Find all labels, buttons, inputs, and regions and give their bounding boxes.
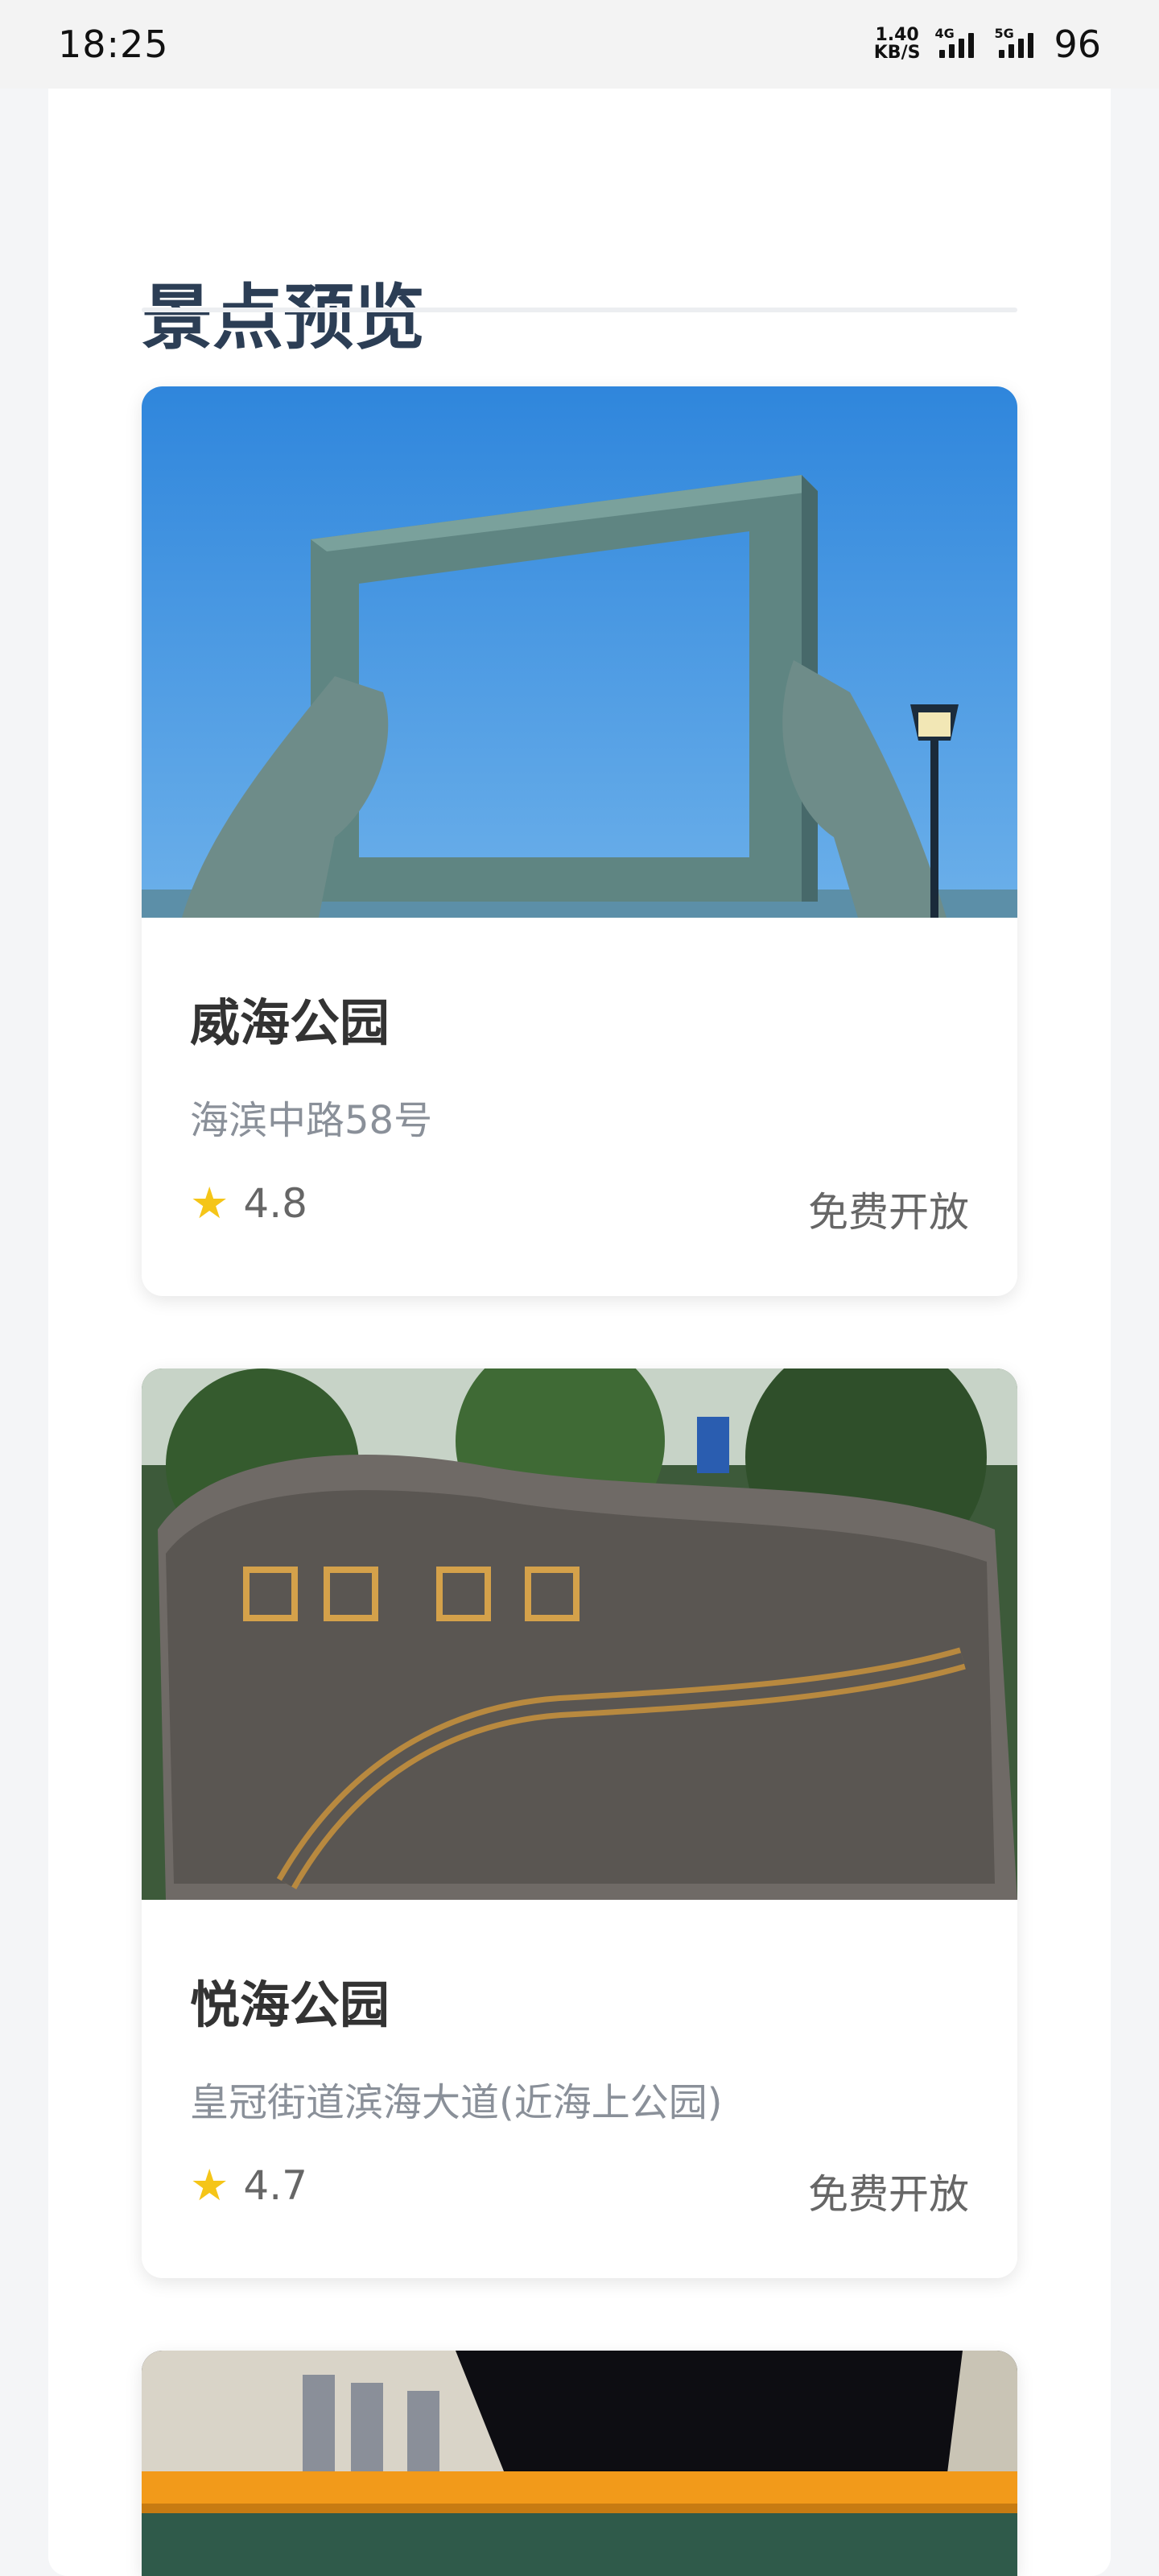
rating-value: 4.7 bbox=[243, 2162, 307, 2209]
status-bar: 18:25 1.40 KB/S 4G 5G 96 bbox=[0, 0, 1159, 89]
status-time: 18:25 bbox=[58, 23, 169, 66]
spot-price: 免费开放 bbox=[808, 2171, 969, 2218]
spot-rating: ★ 4.7 bbox=[190, 2162, 307, 2209]
cellular-signal-icon-2: 5G bbox=[994, 26, 1039, 63]
spot-card[interactable]: 威海公园 海滨中路58号 ★ 4.8 免费开放 bbox=[142, 386, 1017, 1296]
spot-photo bbox=[142, 386, 1017, 918]
spot-card[interactable] bbox=[142, 2351, 1017, 2576]
battery-level: 96 bbox=[1054, 23, 1101, 66]
cellular-signal-icon: 4G bbox=[934, 26, 980, 63]
spot-info: 威海公园 海滨中路58号 ★ 4.8 免费开放 bbox=[142, 918, 1017, 1296]
spot-photo bbox=[142, 1368, 1017, 1900]
spot-info: 悦海公园 皇冠街道滨海大道(近海上公园) ★ 4.7 免费开放 bbox=[142, 1900, 1017, 2278]
spot-photo bbox=[142, 2351, 1017, 2576]
star-icon: ★ bbox=[190, 2160, 229, 2211]
page-title: 景点预览 bbox=[142, 276, 426, 359]
star-icon: ★ bbox=[190, 1178, 229, 1228]
network-speed-value: 1.40 bbox=[875, 25, 919, 45]
title-divider bbox=[142, 308, 1017, 312]
network-speed: 1.40 KB/S bbox=[874, 27, 921, 62]
spot-card[interactable]: 悦海公园 皇冠街道滨海大道(近海上公园) ★ 4.7 免费开放 bbox=[142, 1368, 1017, 2278]
spot-rating: ★ 4.8 bbox=[190, 1180, 307, 1227]
spot-name: 悦海公园 bbox=[190, 1975, 390, 2034]
spot-address: 皇冠街道滨海大道(近海上公园) bbox=[190, 2080, 723, 2125]
spot-price: 免费开放 bbox=[808, 1189, 969, 1236]
spot-name: 威海公园 bbox=[190, 993, 390, 1052]
network-speed-unit: KB/S bbox=[873, 43, 921, 63]
rating-value: 4.8 bbox=[243, 1180, 307, 1227]
status-icons: 1.40 KB/S 4G 5G 96 bbox=[874, 23, 1101, 66]
spot-address: 海滨中路58号 bbox=[190, 1098, 433, 1143]
